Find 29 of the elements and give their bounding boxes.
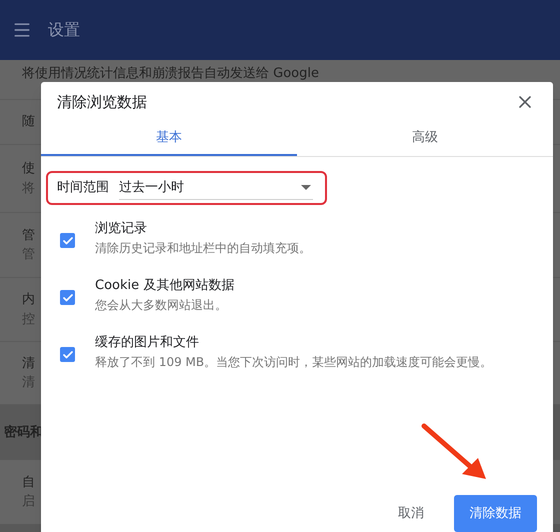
option-title: 缓存的图片和文件 [95,334,200,352]
check-icon [62,348,74,360]
option-description: 释放了不到 109 MB。当您下次访问时，某些网站的加载速度可能会更慢。 [95,354,492,370]
clear-data-button[interactable]: 清除数据 [454,495,537,532]
time-range-label: 时间范围 [57,179,109,198]
time-range-select[interactable]: 过去一小时 [119,176,313,200]
checkbox[interactable] [60,233,75,248]
option-description: 您会从大多数网站退出。 [95,296,228,314]
setting-title: 自 [22,474,35,492]
check-icon [62,234,74,246]
setting-title: 将使用情况统计信息和崩溃报告自动发送给 Google [22,65,319,83]
page-title: 设置 [48,19,80,41]
tab[interactable]: 高级 [297,122,553,156]
tab[interactable]: 基本 [41,122,297,156]
checkbox[interactable] [60,290,75,305]
setting-title: 使 [22,160,35,178]
option-title: Cookie 及其他网站数据 [95,276,234,294]
cancel-button[interactable]: 取消 [386,495,436,532]
option-title: 浏览记录 [95,220,148,238]
setting-title: 清 [22,354,35,372]
checkbox[interactable] [60,347,75,362]
dropdown-arrow-icon [301,185,311,190]
setting-title: 管 [22,226,35,244]
check-icon [62,292,74,304]
option-description: 清除历史记录和地址栏中的自动填充项。 [95,240,311,256]
arrow [422,424,486,479]
setting-title: 随 [22,113,35,132]
setting-title: 内 [22,291,35,309]
dialog-title: 清除浏览数据 [57,92,147,113]
